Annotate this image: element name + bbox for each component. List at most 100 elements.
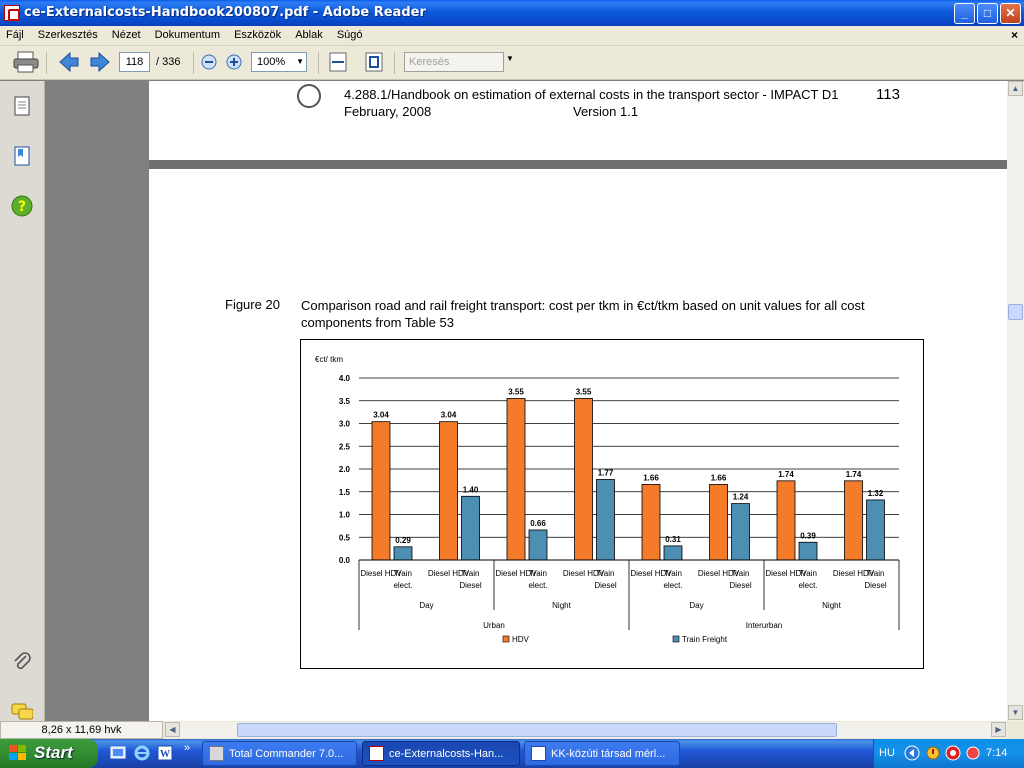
pages-panel-icon[interactable] bbox=[11, 95, 33, 117]
window-title: ce-Externalcosts-Handbook200807.pdf - Ad… bbox=[24, 5, 426, 20]
y-axis-label: €ct/ tkm bbox=[315, 355, 343, 364]
page-number-input[interactable]: 118 bbox=[119, 52, 150, 72]
chart-canvas: €ct/ tkm 0.0 0.5 1.0 1.5 2.0 2.5 3.0 3.5 4.0 3.04 0… bbox=[315, 355, 900, 644]
word-icon[interactable]: W bbox=[157, 745, 173, 761]
task-label: KK-közúti társad mérl... bbox=[551, 748, 666, 760]
bar-hdv bbox=[439, 421, 458, 561]
task-label: ce-Externalcosts-Han... bbox=[389, 748, 504, 760]
menu-view[interactable]: Nézet bbox=[106, 26, 146, 41]
document-close-icon[interactable]: × bbox=[1011, 28, 1018, 42]
y-tick-label: 4.0 bbox=[339, 374, 351, 383]
period-label: Night bbox=[822, 601, 841, 610]
close-button[interactable]: ✕ bbox=[1000, 3, 1021, 24]
y-tick-label: 1.0 bbox=[339, 511, 351, 520]
x-tick-label: Diesel bbox=[594, 581, 616, 590]
x-tick-label: Diesel bbox=[864, 581, 886, 590]
x-tick-label: Diesel bbox=[459, 581, 481, 590]
y-tick-label: 1.5 bbox=[339, 488, 351, 497]
network-icon[interactable] bbox=[965, 745, 981, 761]
data-label-train-freight: 1.24 bbox=[733, 493, 749, 502]
data-label-train-freight: 1.77 bbox=[598, 468, 614, 477]
scroll-down-icon[interactable]: ▼ bbox=[1008, 705, 1023, 720]
minimize-button[interactable]: _ bbox=[954, 3, 975, 24]
horizontal-scroll-thumb[interactable] bbox=[237, 723, 837, 737]
legend-swatch-hdv bbox=[502, 635, 510, 643]
data-label-train-freight: 1.40 bbox=[463, 485, 479, 494]
vertical-scroll-thumb[interactable] bbox=[1008, 304, 1023, 320]
period-label: Night bbox=[552, 601, 571, 610]
maximize-button[interactable]: □ bbox=[977, 3, 998, 24]
data-label-hdv: 3.04 bbox=[441, 411, 457, 420]
print-icon[interactable] bbox=[13, 51, 39, 73]
zoom-select[interactable]: 100% ▼ bbox=[251, 52, 307, 72]
clock[interactable]: 7:14 bbox=[986, 747, 1007, 759]
bar-train-freight bbox=[596, 479, 615, 561]
scroll-right-icon[interactable]: ▶ bbox=[991, 722, 1006, 737]
task-word-document[interactable]: KK-közúti társad mérl... bbox=[524, 741, 680, 766]
help-icon[interactable]: ? bbox=[11, 195, 33, 217]
data-label-hdv: 3.55 bbox=[508, 387, 524, 396]
start-button[interactable]: Start bbox=[0, 739, 98, 768]
area-label: Interurban bbox=[746, 621, 782, 630]
y-tick-label: 2.0 bbox=[339, 465, 351, 474]
period-label: Day bbox=[419, 601, 433, 610]
legend-label-train-freight: Train Freight bbox=[682, 635, 728, 644]
x-tick-label: Train bbox=[867, 569, 885, 578]
x-tick-label: Train bbox=[799, 569, 817, 578]
menu-window[interactable]: Ablak bbox=[289, 26, 328, 41]
bar-train-freight bbox=[663, 545, 683, 561]
menu-file[interactable]: Fájl bbox=[0, 26, 29, 41]
menu-help[interactable]: Súgó bbox=[331, 26, 368, 41]
menu-edit[interactable]: Szerkesztés bbox=[32, 26, 103, 41]
data-label-train-freight: 0.66 bbox=[530, 519, 546, 528]
bar-chart: €ct/ tkm 0.0 0.5 1.0 1.5 2.0 2.5 3.0 3.5 4.0 3.04 0… bbox=[300, 339, 924, 669]
bar-hdv bbox=[506, 398, 526, 561]
attachments-icon[interactable] bbox=[11, 651, 33, 673]
bookmarks-panel-icon[interactable] bbox=[11, 145, 33, 167]
scroll-left-icon[interactable]: ◀ bbox=[165, 722, 180, 737]
area-label: Urban bbox=[483, 621, 505, 630]
zoom-out-icon[interactable] bbox=[200, 51, 218, 73]
x-tick-label: elect. bbox=[663, 581, 682, 590]
start-label: Start bbox=[34, 743, 73, 762]
legend-swatch-train-freight bbox=[672, 635, 680, 643]
antivirus-icon[interactable] bbox=[945, 745, 961, 761]
menu-tools[interactable]: Eszközök bbox=[228, 26, 286, 41]
document-background bbox=[45, 81, 149, 721]
bar-hdv bbox=[641, 484, 661, 561]
task-adobe-reader[interactable]: ce-Externalcosts-Han... bbox=[362, 741, 520, 766]
show-desktop-icon[interactable] bbox=[110, 745, 126, 761]
window-titlebar[interactable]: ce-Externalcosts-Handbook200807.pdf - Ad… bbox=[0, 0, 1024, 26]
zoom-in-icon[interactable] bbox=[225, 51, 243, 73]
search-dropdown-icon[interactable]: ▼ bbox=[506, 54, 514, 63]
fit-page-icon[interactable] bbox=[364, 51, 384, 73]
task-label: Total Commander 7.0... bbox=[229, 748, 344, 760]
internet-explorer-icon[interactable] bbox=[134, 745, 150, 761]
toolbar: 118 / 336 100% ▼ Keresés ▼ bbox=[0, 46, 1024, 80]
quick-launch-more[interactable]: » bbox=[184, 742, 190, 754]
windows-logo-icon bbox=[9, 745, 26, 760]
fit-width-icon[interactable] bbox=[328, 51, 348, 73]
previous-page-icon[interactable] bbox=[58, 51, 80, 73]
status-bar: 8,26 x 11,69 hvk ◀ ▶ bbox=[0, 721, 1024, 739]
search-input[interactable]: Keresés bbox=[404, 52, 504, 72]
document-view[interactable]: 4.288.1/Handbook on estimation of extern… bbox=[149, 81, 1007, 721]
vertical-scrollbar[interactable]: ▲ ▼ bbox=[1007, 81, 1024, 721]
task-total-commander[interactable]: Total Commander 7.0... bbox=[202, 741, 357, 766]
word-icon bbox=[531, 746, 546, 761]
security-alert-icon[interactable] bbox=[925, 745, 941, 761]
x-tick-label: elect. bbox=[798, 581, 817, 590]
bar-hdv bbox=[844, 480, 863, 561]
scroll-up-icon[interactable]: ▲ bbox=[1008, 81, 1023, 96]
zoom-value: 100% bbox=[257, 56, 286, 68]
x-tick-label: Train bbox=[462, 569, 480, 578]
bar-train-freight bbox=[731, 503, 750, 561]
menu-document[interactable]: Dokumentum bbox=[149, 26, 225, 41]
bar-train-freight bbox=[461, 495, 480, 561]
comments-icon[interactable] bbox=[11, 701, 33, 723]
language-indicator[interactable]: HU bbox=[879, 747, 895, 759]
horizontal-scrollbar[interactable]: ◀ ▶ bbox=[165, 722, 1007, 738]
adobe-reader-icon bbox=[369, 746, 384, 761]
tray-expand-icon[interactable] bbox=[904, 745, 920, 761]
next-page-icon[interactable] bbox=[89, 51, 111, 73]
